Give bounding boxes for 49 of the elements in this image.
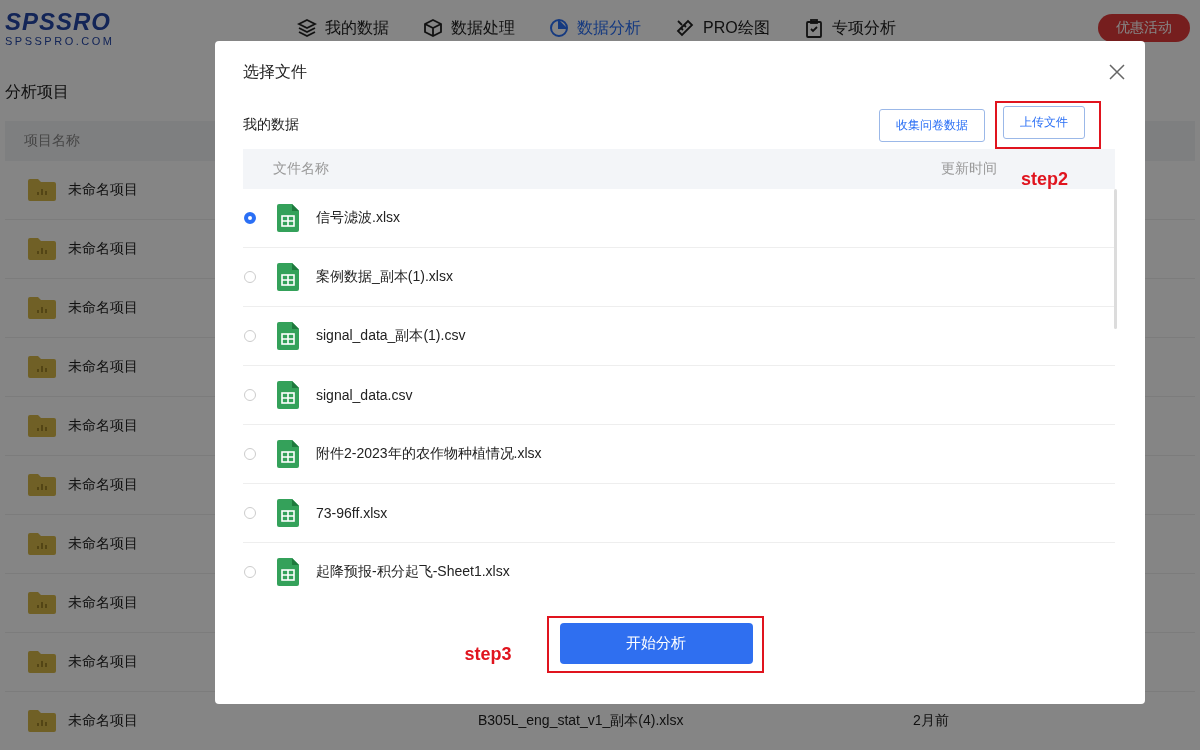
step-label: step3 xyxy=(464,644,512,665)
file-name[interactable]: signal_data.csv xyxy=(316,387,413,403)
spreadsheet-icon xyxy=(277,499,299,527)
folder-icon xyxy=(28,592,56,614)
folder-icon xyxy=(28,238,56,260)
file-name[interactable]: 附件2-2023年的农作物种植情况.xlsx xyxy=(316,445,542,463)
step-label: step2 xyxy=(1021,169,1069,190)
close-icon[interactable] xyxy=(1109,64,1125,80)
folder-icon xyxy=(28,179,56,201)
layers-icon xyxy=(297,18,317,38)
folder-icon xyxy=(28,474,56,496)
nav-tab[interactable]: PRO绘图 xyxy=(675,17,770,39)
spreadsheet-icon xyxy=(277,440,299,468)
section-title: 分析项目 xyxy=(5,82,69,102)
file-name: B305L_eng_stat_v1_副本(4).xlsx xyxy=(478,712,685,730)
file-name[interactable]: 信号滤波.xlsx xyxy=(316,209,400,227)
folder-icon xyxy=(28,533,56,555)
logo[interactable]: SPSSRO SPSSPRO.COM xyxy=(5,9,285,47)
spreadsheet-icon xyxy=(277,558,299,586)
update-time: 2月前 xyxy=(913,712,949,730)
nav-tab[interactable]: 数据处理 xyxy=(423,17,515,39)
upload-button[interactable]: 上传文件 xyxy=(1003,106,1085,139)
start-analysis-button[interactable]: 开始分析 xyxy=(559,623,753,664)
scrollbar[interactable] xyxy=(1114,189,1117,329)
spreadsheet-icon xyxy=(277,381,299,409)
pie-chart-icon xyxy=(549,18,569,38)
folder-icon xyxy=(28,415,56,437)
radio-button[interactable] xyxy=(244,212,256,224)
file-name[interactable]: signal_data_副本(1).csv xyxy=(316,327,466,345)
file-name[interactable]: 案例数据_副本(1).xlsx xyxy=(316,268,453,286)
dialog-title: 选择文件 xyxy=(243,61,307,82)
nav-tab[interactable]: 我的数据 xyxy=(297,17,389,39)
file-name[interactable]: 起降预报-积分起飞-Sheet1.xlsx xyxy=(316,563,510,581)
clipboard-check-icon xyxy=(803,18,824,38)
folder-icon xyxy=(28,356,56,378)
spreadsheet-icon xyxy=(277,322,299,350)
folder-icon xyxy=(28,651,56,673)
nav-tab[interactable]: 数据分析 xyxy=(549,17,641,39)
spreadsheet-icon xyxy=(277,263,299,291)
nav-tab[interactable]: 专项分析 xyxy=(803,17,896,39)
file-name[interactable]: 73-96ff.xlsx xyxy=(316,505,388,521)
project-name[interactable]: 未命名项目 xyxy=(68,712,478,730)
folder-icon xyxy=(28,710,56,732)
collect-survey-button[interactable]: 收集问卷数据 xyxy=(879,108,985,142)
folder-icon xyxy=(28,297,56,319)
spreadsheet-icon xyxy=(277,204,299,232)
promo-button[interactable]: 优惠活动 xyxy=(1098,14,1190,42)
ruler-pencil-icon xyxy=(675,18,695,38)
cube-icon xyxy=(423,18,443,38)
